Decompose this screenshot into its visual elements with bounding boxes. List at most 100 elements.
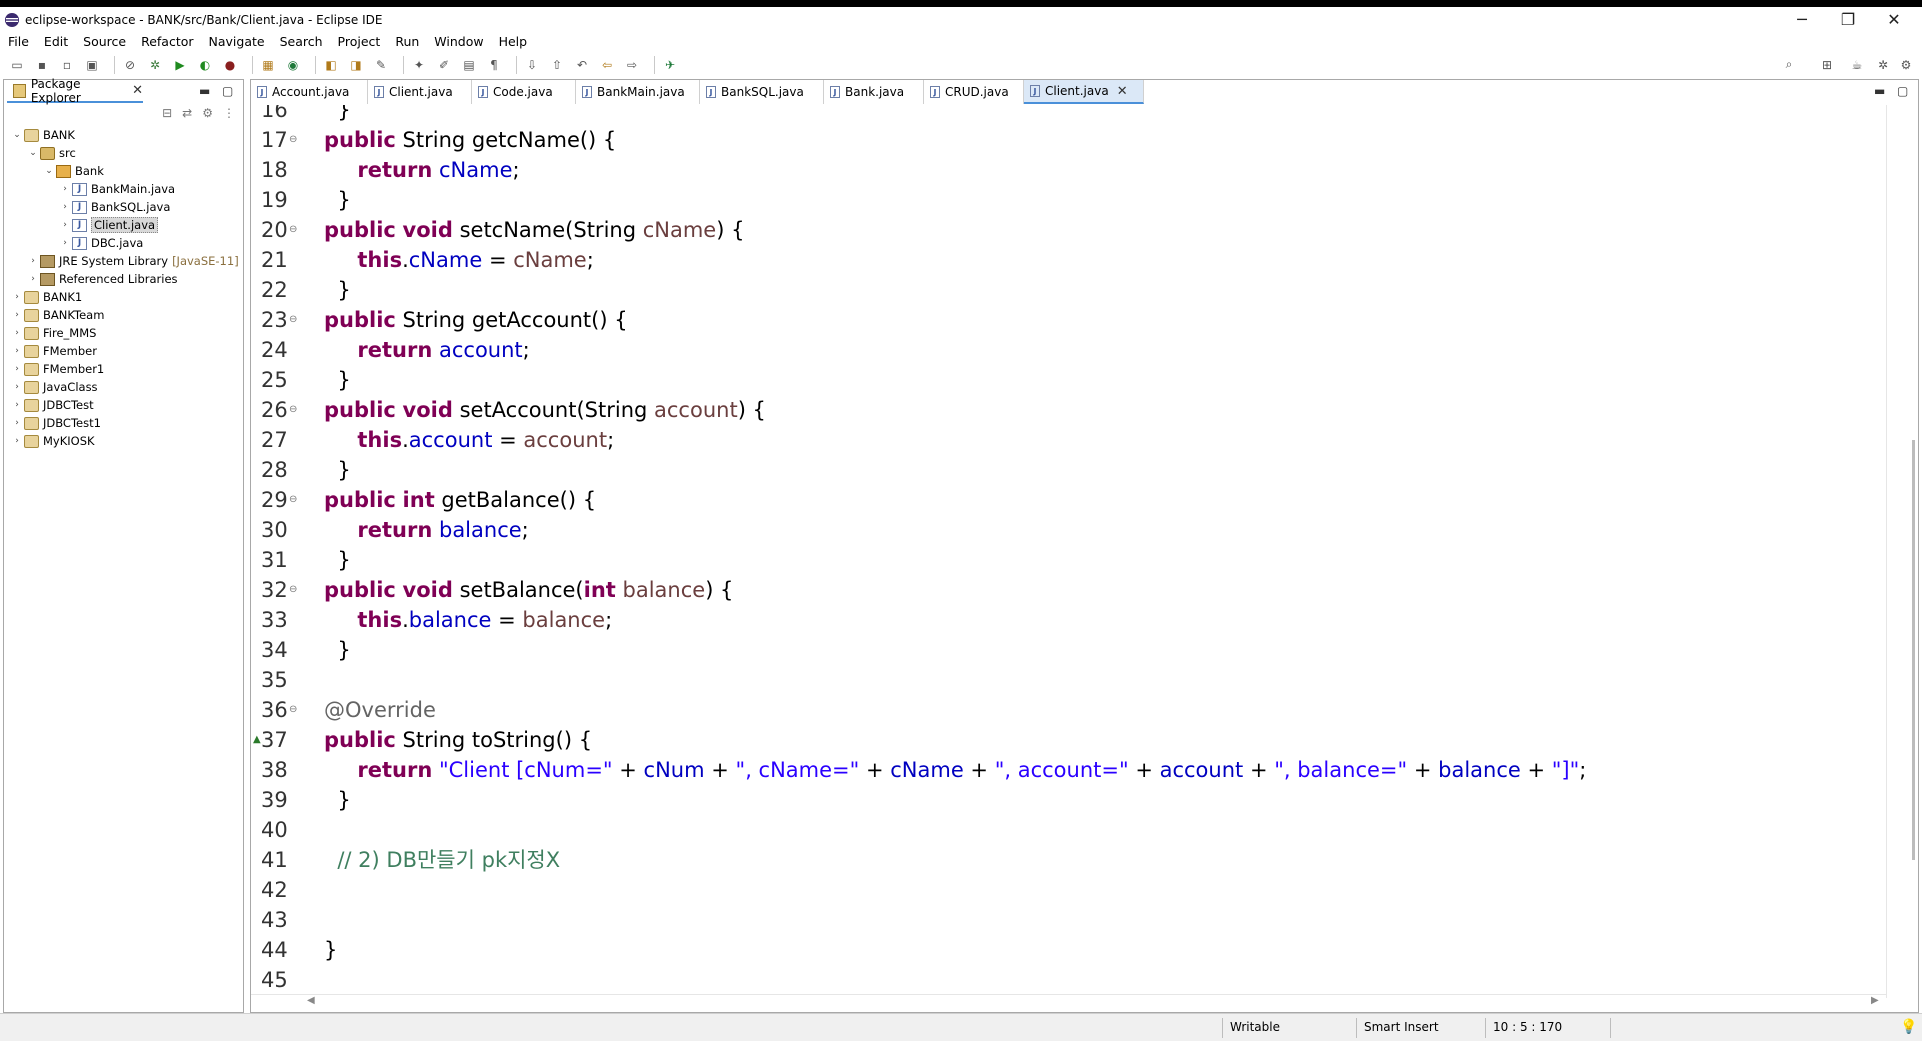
code-line[interactable]: 27 this.account = account; — [251, 425, 1886, 455]
code-line[interactable]: 29 ⊖ public int getBalance() { — [251, 485, 1886, 515]
editor-tab[interactable]: J Account.java — [251, 80, 368, 104]
tree-item[interactable]: › BANK1 — [4, 288, 243, 306]
tree-item[interactable]: › J DBC.java — [4, 234, 243, 252]
code-line[interactable]: 16 } — [251, 105, 1886, 125]
search-icon[interactable]: ⌕ — [1780, 56, 1798, 74]
collapse-all-icon[interactable]: ⊟ — [162, 106, 172, 120]
collapse-arrow-icon[interactable]: › — [12, 400, 22, 410]
coverage-icon[interactable]: ◐ — [196, 56, 214, 74]
external-tools-icon[interactable]: ● — [221, 56, 239, 74]
fold-icon[interactable]: ⊖ — [289, 215, 297, 245]
open-task-icon[interactable]: ◨ — [347, 56, 365, 74]
code-editor[interactable]: 16 } 17 ⊖ public String getcName() {18 retu… — [251, 105, 1886, 998]
expand-arrow-icon[interactable]: ⌄ — [12, 130, 22, 140]
close-window-button[interactable]: ✕ — [1866, 7, 1922, 32]
code-line[interactable]: 45 — [251, 965, 1886, 995]
collapse-arrow-icon[interactable]: › — [60, 184, 70, 194]
code-line[interactable]: 43 — [251, 905, 1886, 935]
menu-project[interactable]: Project — [338, 34, 381, 49]
tree-item[interactable]: › JavaClass — [4, 378, 243, 396]
view-menu-icon[interactable]: ⋮ — [223, 106, 235, 120]
collapse-arrow-icon[interactable]: › — [12, 328, 22, 338]
fold-icon[interactable]: ⊖ — [289, 305, 297, 335]
tree-item[interactable]: › FMember1 — [4, 360, 243, 378]
collapse-arrow-icon[interactable]: › — [12, 292, 22, 302]
pin-editor-icon[interactable]: ✈ — [661, 56, 679, 74]
code-line[interactable]: 35 — [251, 665, 1886, 695]
last-edit-location-icon[interactable]: ↶ — [573, 56, 591, 74]
git-perspective-icon[interactable]: ⚙ — [1897, 56, 1915, 74]
tree-item[interactable]: › J BankMain.java — [4, 180, 243, 198]
menu-run[interactable]: Run — [395, 34, 419, 49]
toggle-block-selection-icon[interactable]: ▤ — [460, 56, 478, 74]
editor-tab[interactable]: J CRUD.java — [924, 80, 1024, 104]
menu-edit[interactable]: Edit — [44, 34, 68, 49]
package-explorer-tab[interactable]: Package Explorer ✕ — [7, 77, 143, 105]
tip-bulb-icon[interactable]: 💡 — [1900, 1019, 1917, 1035]
code-line[interactable]: 20 ⊖ public void setcName(String cName) { — [251, 215, 1886, 245]
code-line[interactable]: 36 ⊖ @Override — [251, 695, 1886, 725]
previous-annotation-icon[interactable]: ⇧ — [548, 56, 566, 74]
code-line[interactable]: 41 // 2) DB만들기 pk지정X — [251, 845, 1886, 875]
tree-item[interactable]: › JDBCTest1 — [4, 414, 243, 432]
code-line[interactable]: 23 ⊖ public String getAccount() { — [251, 305, 1886, 335]
new-icon[interactable]: ▭ — [8, 56, 26, 74]
tree-item[interactable]: › JDBCTest — [4, 396, 243, 414]
menu-source[interactable]: Source — [83, 34, 126, 49]
code-line[interactable]: 17 ⊖ public String getcName() { — [251, 125, 1886, 155]
tree-item[interactable]: ⌄ BANK — [4, 126, 243, 144]
toggle-mark-occurrences-icon[interactable]: ✦ — [410, 56, 428, 74]
debug-icon[interactable]: ✲ — [146, 56, 164, 74]
scrollbar-thumb[interactable] — [1912, 440, 1915, 860]
fold-icon[interactable]: ⊖ — [289, 485, 297, 515]
expand-arrow-icon[interactable]: ⌄ — [28, 148, 38, 158]
next-annotation-icon[interactable]: ⇩ — [523, 56, 541, 74]
tree-item[interactable]: › Fire_MMS — [4, 324, 243, 342]
code-line[interactable]: 18 return cName; — [251, 155, 1886, 185]
new-java-class-icon[interactable]: ◉ — [284, 56, 302, 74]
collapse-arrow-icon[interactable]: › — [28, 274, 38, 284]
horizontal-scrollbar[interactable]: ◀ ▶ — [251, 994, 1886, 1012]
forward-icon[interactable]: ⇨ — [623, 56, 641, 74]
code-line[interactable]: 21 this.cName = cName; — [251, 245, 1886, 275]
show-whitespace-icon[interactable]: ¶ — [485, 56, 503, 74]
code-line[interactable]: 39 } — [251, 785, 1886, 815]
menu-file[interactable]: File — [8, 34, 29, 49]
back-icon[interactable]: ⇦ — [598, 56, 616, 74]
tree-item[interactable]: › MyKIOSK — [4, 432, 243, 450]
code-line[interactable]: 22 } — [251, 275, 1886, 305]
code-line[interactable]: 34 } — [251, 635, 1886, 665]
maximize-editor-icon[interactable]: ▢ — [1897, 84, 1908, 98]
tree-item[interactable]: ⌄ Bank — [4, 162, 243, 180]
collapse-arrow-icon[interactable]: › — [12, 382, 22, 392]
fold-icon[interactable]: ⊖ — [289, 125, 297, 155]
menu-search[interactable]: Search — [280, 34, 323, 49]
toggle-breadcrumb-icon[interactable]: ✐ — [435, 56, 453, 74]
new-java-package-icon[interactable]: ▦ — [259, 56, 277, 74]
vertical-scrollbar[interactable] — [1886, 105, 1918, 998]
code-line[interactable]: 33 this.balance = balance; — [251, 605, 1886, 635]
menu-refactor[interactable]: Refactor — [141, 34, 193, 49]
code-line[interactable]: 42 — [251, 875, 1886, 905]
code-line[interactable]: 28 } — [251, 455, 1886, 485]
minimize-editor-icon[interactable]: ▬ — [1874, 84, 1885, 98]
menu-navigate[interactable]: Navigate — [209, 34, 265, 49]
code-line[interactable]: 44} — [251, 935, 1886, 965]
tree-item[interactable]: ⌄ src — [4, 144, 243, 162]
collapse-arrow-icon[interactable]: › — [28, 256, 38, 266]
editor-tab[interactable]: J Bank.java — [824, 80, 924, 104]
maximize-view-icon[interactable]: ▢ — [222, 84, 233, 98]
debug-perspective-icon[interactable]: ✲ — [1874, 56, 1892, 74]
minimize-view-icon[interactable]: ▬ — [199, 84, 210, 98]
tree-item[interactable]: › JRE System Library [JavaSE-11] — [4, 252, 243, 270]
collapse-arrow-icon[interactable]: › — [12, 364, 22, 374]
open-type-icon[interactable]: ◧ — [322, 56, 340, 74]
save-icon[interactable]: ▪ — [33, 56, 51, 74]
code-line[interactable]: 26 ⊖ public void setAccount(String account… — [251, 395, 1886, 425]
open-perspective-icon[interactable]: ⊞ — [1818, 56, 1836, 74]
code-line[interactable]: 31 } — [251, 545, 1886, 575]
expand-arrow-icon[interactable]: ⌄ — [44, 166, 54, 176]
tree-item[interactable]: › J Client.java — [4, 216, 243, 234]
code-line[interactable]: 37 ▲ public String toString() { — [251, 725, 1886, 755]
tree-item[interactable]: › Referenced Libraries — [4, 270, 243, 288]
